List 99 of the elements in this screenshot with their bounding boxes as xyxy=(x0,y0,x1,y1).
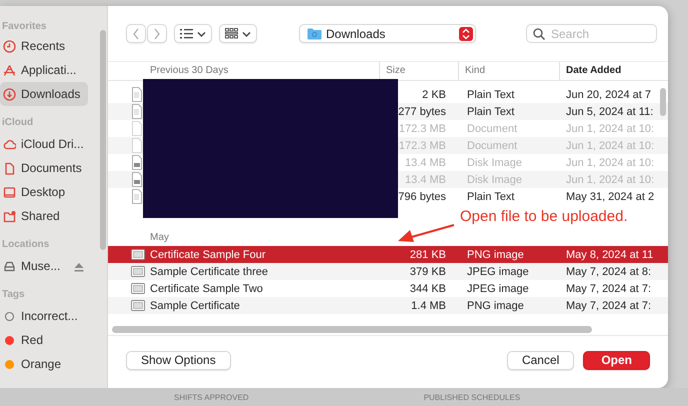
cloud-icon xyxy=(3,138,16,150)
sidebar-item[interactable]: Muse... xyxy=(0,254,88,278)
grid-view-button[interactable] xyxy=(219,24,257,43)
file-kind: Disk Image xyxy=(466,156,524,168)
file-kind: Document xyxy=(466,122,518,134)
chevron-down-icon xyxy=(242,30,251,36)
image-file-icon xyxy=(131,282,145,295)
file-size: 281 KB xyxy=(408,248,446,260)
sidebar-item[interactable]: Desktop xyxy=(0,180,88,204)
section-label: PUBLISHED SCHEDULES xyxy=(424,392,520,402)
chevron-right-icon xyxy=(153,28,161,40)
shared-folder-icon xyxy=(3,210,16,222)
forward-button[interactable] xyxy=(147,24,167,43)
file-size: 277 bytes xyxy=(397,106,446,118)
sidebar-item[interactable]: Documents xyxy=(0,156,88,180)
file-kind: Plain Text xyxy=(466,106,516,118)
grid-icon xyxy=(225,28,238,39)
file-kind: Document xyxy=(466,140,518,152)
file-row[interactable]: 2 KB Plain Text Jun 20, 2024 at 7 xyxy=(108,86,668,103)
list-icon xyxy=(180,28,193,39)
file-name: Certificate Sample Four xyxy=(150,248,267,260)
file-size: 379 KB xyxy=(408,266,446,278)
date-added: Jun 1, 2024 at 10: xyxy=(566,140,656,152)
sidebar-item[interactable]: Orange xyxy=(0,352,88,376)
dialog-button[interactable]: Show Options xyxy=(126,350,231,370)
file-kind: JPEG image xyxy=(466,266,530,278)
file-kind: PNG image xyxy=(466,248,525,260)
section-label: SHIFTS APPROVED xyxy=(174,392,249,402)
date-added: May 8, 2024 at 11 xyxy=(566,248,654,260)
sidebar-item[interactable]: Downloads xyxy=(0,82,88,106)
sidebar-item[interactable]: iCloud Dri... xyxy=(0,132,88,156)
file-kind: JPEG image xyxy=(466,282,530,294)
image-file-icon xyxy=(131,299,145,312)
back-button[interactable] xyxy=(126,24,146,43)
search-icon xyxy=(533,28,545,40)
file-size: 172.3 MB xyxy=(398,122,446,134)
chevron-left-icon xyxy=(132,28,140,40)
stepper-icon xyxy=(459,26,473,40)
section-title: iCloud xyxy=(1,116,34,130)
file-size: 1.4 MB xyxy=(410,300,446,312)
download-icon xyxy=(3,88,16,100)
section-title: Tags xyxy=(1,288,26,302)
date-added: Jun 5, 2024 at 11: xyxy=(566,106,654,118)
image-file-icon xyxy=(131,248,145,261)
file-row[interactable]: Certificate Sample Two 344 KB JPEG image May 7, 2024 at 7: xyxy=(108,280,668,297)
chevron-down-icon xyxy=(197,30,206,36)
date-added: May 7, 2024 at 8: xyxy=(566,266,652,278)
file-kind: Disk Image xyxy=(466,174,524,186)
date-added: Jun 1, 2024 at 10: xyxy=(566,174,656,186)
dialog-button[interactable]: Cancel xyxy=(506,350,574,370)
scrollbar[interactable] xyxy=(100,30,106,250)
file-size: 344 KB xyxy=(408,282,446,294)
file-row[interactable]: Sample Certificate 1.4 MB PNG image May 7, 2024 at 7: xyxy=(108,297,668,314)
search-field[interactable]: Search xyxy=(526,24,657,43)
annotation-arrow xyxy=(396,222,456,244)
file-row[interactable]: Sample Certificate three 379 KB JPEG image May 7, 2024 at 8: xyxy=(108,263,668,280)
date-added: May 7, 2024 at 7: xyxy=(566,300,652,312)
date-added: May 31, 2024 at 2 xyxy=(566,190,656,202)
location-dropdown[interactable]: Downloads xyxy=(299,24,476,43)
sidebar-item[interactable]: Applicati... xyxy=(0,58,88,82)
file-name: Certificate Sample Two xyxy=(150,282,264,294)
section-title: Locations xyxy=(1,238,50,252)
scrollbar[interactable] xyxy=(112,326,592,333)
section-title: Favorites xyxy=(1,20,48,34)
group-label: May xyxy=(150,232,169,242)
tag-dot-icon xyxy=(3,310,16,322)
annotation-text: Open file to be uploaded. xyxy=(460,208,628,225)
column-header[interactable]: Kind xyxy=(459,62,560,80)
eject-icon[interactable] xyxy=(73,260,86,272)
file-size: 796 bytes xyxy=(397,190,446,202)
file-row[interactable]: 796 bytes Plain Text May 31, 2024 at 2 xyxy=(108,188,668,205)
date-added: Jun 1, 2024 at 10: xyxy=(566,156,656,168)
document-icon xyxy=(3,162,16,174)
dialog-button[interactable]: Open xyxy=(583,350,650,370)
date-added: May 7, 2024 at 7: xyxy=(566,282,652,294)
sidebar-item[interactable]: Recents xyxy=(0,34,88,58)
file-size: 13.4 MB xyxy=(404,174,446,186)
file-kind: Plain Text xyxy=(466,190,516,202)
file-name: Sample Certificate xyxy=(150,300,241,312)
file-kind: PNG image xyxy=(466,300,525,312)
file-size: 2 KB xyxy=(421,88,446,100)
file-name: Sample Certificate three xyxy=(150,266,269,278)
date-added: Jun 1, 2024 at 10: xyxy=(566,122,656,134)
date-added: Jun 20, 2024 at 7 xyxy=(566,88,652,100)
sidebar-item[interactable]: Incorrect... xyxy=(0,304,88,328)
column-header[interactable]: Date Added xyxy=(560,62,622,80)
image-file-icon xyxy=(131,265,145,278)
file-size: 172.3 MB xyxy=(398,140,446,152)
file-kind: Plain Text xyxy=(466,88,516,100)
list-view-button[interactable] xyxy=(174,24,212,43)
scrollbar[interactable] xyxy=(660,88,666,116)
sidebar-item[interactable]: Red xyxy=(0,328,88,352)
drive-icon xyxy=(3,260,16,272)
desktop-icon xyxy=(3,186,16,198)
file-size: 13.4 MB xyxy=(404,156,446,168)
file-row[interactable]: Certificate Sample Four 281 KB PNG image May 8, 2024 at 11 xyxy=(108,246,668,263)
folder-icon xyxy=(307,27,322,40)
clock-icon xyxy=(3,40,16,52)
sidebar-item[interactable]: Shared xyxy=(0,204,88,228)
